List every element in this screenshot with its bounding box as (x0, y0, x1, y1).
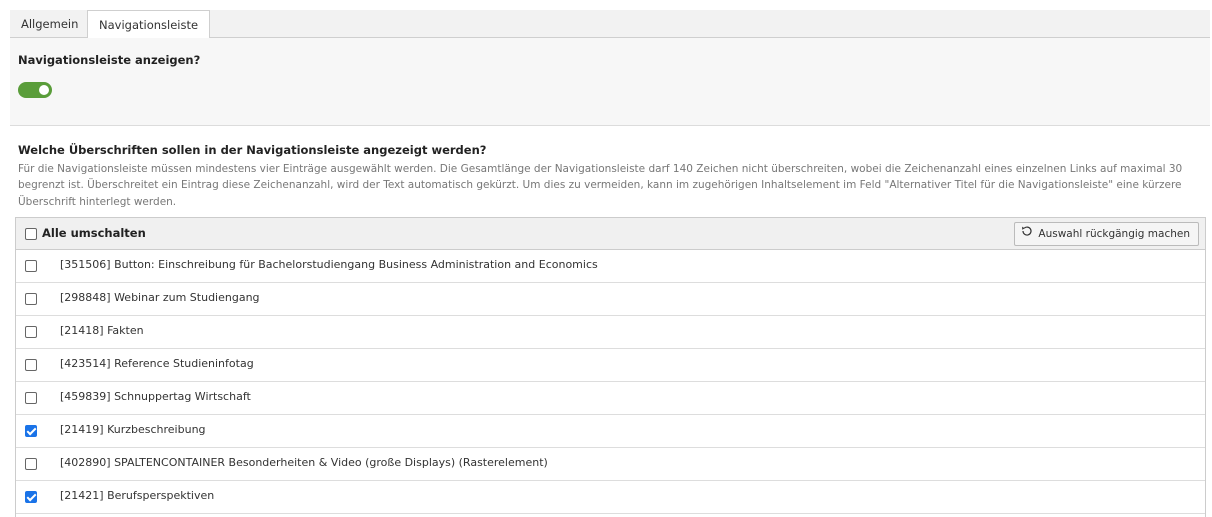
list-item[interactable]: [21421] Berufsperspektiven (16, 481, 1205, 514)
question-title: Welche Überschriften sollen in der Navig… (18, 143, 487, 157)
item-label: [298848] Webinar zum Studiengang (60, 291, 260, 304)
item-label: [459839] Schnuppertag Wirtschaft (60, 390, 251, 403)
list-item[interactable]: [21418] Fakten (16, 316, 1205, 349)
heading-selection-list: Alle umschalten Auswahl rückgängig mache… (15, 217, 1206, 517)
item-label: [423514] Reference Studieninfotag (60, 357, 254, 370)
toggle-all-label[interactable]: Alle umschalten (42, 226, 146, 240)
item-label: [402890] SPALTENCONTAINER Besonderheiten… (60, 456, 548, 469)
item-checkbox[interactable] (25, 458, 37, 470)
nav-toggle-section: Navigationsleiste anzeigen? (10, 38, 1210, 126)
question-description: Für die Navigationsleiste müssen mindest… (18, 163, 1183, 208)
item-checkbox[interactable] (25, 425, 37, 437)
item-checkbox[interactable] (25, 260, 37, 272)
item-label: [351506] Button: Einschreibung für Bache… (60, 258, 598, 271)
item-checkbox[interactable] (25, 359, 37, 371)
item-label: [21421] Berufsperspektiven (60, 489, 215, 502)
list-item[interactable]: [423514] Reference Studieninfotag (16, 349, 1205, 382)
toggle-knob (39, 85, 49, 95)
nav-toggle-switch[interactable] (18, 82, 52, 98)
list-header: Alle umschalten Auswahl rückgängig mache… (16, 218, 1205, 250)
undo-selection-label: Auswahl rückgängig machen (1038, 228, 1190, 240)
nav-toggle-label: Navigationsleiste anzeigen? (18, 53, 201, 67)
item-checkbox[interactable] (25, 491, 37, 503)
tab-allgemein[interactable]: Allgemein (10, 10, 89, 39)
tab-navigationsleiste[interactable]: Navigationsleiste (87, 10, 211, 39)
list-item[interactable]: [459839] Schnuppertag Wirtschaft (16, 382, 1205, 415)
item-checkbox[interactable] (25, 326, 37, 338)
list-item[interactable]: [298848] Webinar zum Studiengang (16, 283, 1205, 316)
list-item[interactable]: [402890] SPALTENCONTAINER Besonderheiten… (16, 448, 1205, 481)
item-checkbox[interactable] (25, 392, 37, 404)
toggle-all-checkbox[interactable] (25, 228, 37, 240)
undo-selection-button[interactable]: Auswahl rückgängig machen (1014, 222, 1199, 246)
list-item[interactable]: [21419] Kurzbeschreibung (16, 415, 1205, 448)
undo-icon (1021, 223, 1035, 245)
list-item[interactable]: [351506] Button: Einschreibung für Bache… (16, 250, 1205, 283)
tab-bar: Allgemein Navigationsleiste (10, 10, 1210, 39)
item-label: [21418] Fakten (60, 324, 144, 337)
item-label: [21419] Kurzbeschreibung (60, 423, 206, 436)
item-checkbox[interactable] (25, 293, 37, 305)
